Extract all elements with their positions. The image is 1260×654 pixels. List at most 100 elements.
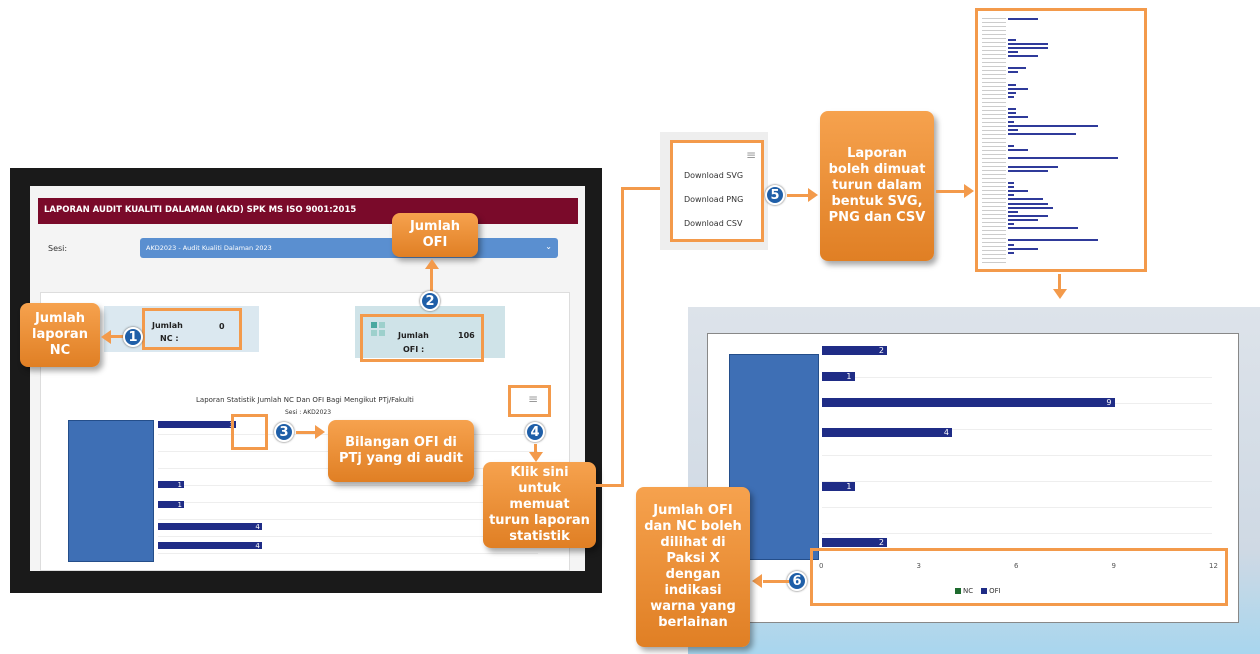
session-select-value: AKD2023 - Audit Kualiti Dalaman 2023 (146, 244, 272, 252)
thumbnail-bar (1008, 128, 1018, 131)
thumbnail-bars (982, 14, 1140, 266)
connector-5 (787, 194, 809, 197)
zoom-chart-bar: 2 (822, 538, 887, 547)
left-chart-bar: 1 (158, 501, 184, 509)
connector-7 (763, 580, 789, 583)
zoom-chart-bar: 2 (822, 346, 887, 355)
zoom-chart-bar: 4 (822, 428, 952, 437)
menu-icon[interactable]: ≡ (746, 148, 756, 162)
thumbnail-bar (1008, 149, 1028, 152)
chevron-down-icon: ⌄ (545, 242, 552, 251)
menu-item-csv[interactable]: Download CSV (684, 219, 742, 228)
thumbnail-bar (1008, 95, 1014, 98)
badge-3: 3 (274, 422, 294, 442)
bar-value-highlight (231, 414, 268, 450)
ofi-label-2: OFI : (403, 345, 425, 354)
thumbnail-bar (1008, 206, 1053, 209)
thumbnail-bar (1008, 202, 1048, 205)
thumbnail-bar (1008, 165, 1058, 168)
thumbnail-bar (1008, 83, 1016, 86)
session-select[interactable]: AKD2023 - Audit Kualiti Dalaman 2023 ⌄ (140, 238, 558, 258)
x-axis-highlight (810, 548, 1228, 606)
connector-4c (621, 187, 624, 487)
thumbnail-bar (1008, 87, 1028, 90)
thumbnail-bar (1008, 50, 1018, 53)
thumbnail-bar (1008, 198, 1043, 201)
thumbnail-bar (1008, 112, 1016, 115)
left-chart-bar: 1 (158, 481, 184, 489)
callout-download-formats: Laporan boleh dimuat turun dalam bentuk … (820, 111, 934, 261)
thumbnail-bar (1008, 120, 1014, 123)
connector-2 (430, 268, 433, 292)
connector-5b (936, 190, 966, 193)
thumbnail-bar (1008, 54, 1038, 57)
thumbnail-bar (1008, 18, 1038, 20)
thumbnail-bar (1008, 42, 1048, 45)
thumbnail-bar (1008, 251, 1014, 254)
arrow-down-icon (529, 452, 543, 462)
thumbnail-bar (1008, 247, 1038, 250)
thumbnail-bar (1008, 38, 1016, 41)
ofi-label-1: Jumlah (398, 331, 429, 340)
thumbnail-bar (1008, 190, 1028, 193)
thumbnail-bar (1008, 210, 1018, 213)
thumbnail-bar (1008, 239, 1098, 242)
thumbnail-bar (1008, 124, 1098, 127)
thumbnail-bar (1008, 194, 1014, 197)
menu-item-svg[interactable]: Download SVG (684, 171, 743, 180)
connector-4d (621, 187, 661, 190)
arrow-right-icon (808, 188, 818, 202)
badge-4: 4 (525, 422, 545, 442)
ofi-value: 106 (458, 331, 475, 340)
thumbnail-bar (1008, 91, 1016, 94)
callout-download-stats: Klik sini untuk memuat turun laporan sta… (483, 462, 596, 548)
thumbnail-bar (1008, 169, 1048, 172)
grid-icon (371, 322, 385, 336)
left-chart-bar: 4 (158, 542, 262, 550)
callout-nc-total: Jumlah laporan NC (20, 303, 100, 367)
chart-blue-block (68, 420, 154, 562)
page-header: LAPORAN AUDIT KUALITI DALAMAN (AKD) SPK … (38, 198, 578, 224)
thumbnail-bar (1008, 71, 1018, 74)
connector-6 (1058, 274, 1061, 290)
arrow-left-icon (752, 574, 762, 588)
zoom-chart-bar: 1 (822, 482, 855, 491)
thumbnail-bar (1008, 214, 1048, 217)
session-label: Sesi: (48, 244, 68, 253)
thumbnail-bar (1008, 116, 1028, 119)
nc-label-1: Jumlah (152, 321, 183, 330)
left-chart-bar: 4 (158, 523, 262, 531)
thumbnail-bar (1008, 132, 1076, 135)
badge-1: 1 (123, 327, 143, 347)
thumbnail-labels (982, 16, 1006, 264)
thumbnail-bar (1008, 182, 1014, 184)
badge-5: 5 (765, 185, 785, 205)
arrow-right-icon (964, 184, 974, 198)
nc-label-2: NC : (160, 334, 179, 343)
thumbnail-bar (1008, 227, 1078, 230)
connector-3 (296, 431, 316, 434)
badge-6: 6 (787, 571, 807, 591)
page-title: LAPORAN AUDIT KUALITI DALAMAN (AKD) SPK … (44, 205, 357, 215)
thumbnail-bar (1008, 186, 1014, 189)
thumbnail-bar (1008, 67, 1026, 70)
callout-x-axis: Jumlah OFI dan NC boleh dilihat di Paksi… (636, 487, 750, 647)
badge-2: 2 (420, 291, 440, 311)
connector-4b (596, 484, 624, 487)
thumbnail-bar (1008, 46, 1048, 49)
thumbnail-bar (1008, 157, 1118, 160)
callout-ofi-total: Jumlah OFI (392, 213, 478, 257)
menu-item-png[interactable]: Download PNG (684, 195, 743, 204)
arrow-down-icon (1053, 289, 1067, 299)
chart-subtitle: Sesi : AKD2023 (285, 409, 332, 416)
zoom-chart-bar: 9 (822, 398, 1115, 407)
thumbnail-bar (1008, 108, 1016, 111)
chart-title: Laporan Statistik Jumlah NC Dan OFI Bagi… (196, 396, 414, 404)
left-chart-bar: 3 (158, 421, 236, 429)
zoom-chart-bar: 1 (822, 372, 855, 381)
callout-ofi-ptj: Bilangan OFI di PTj yang di audit (328, 420, 474, 482)
chart-menu-highlight (508, 385, 551, 417)
thumbnail-bar (1008, 145, 1014, 148)
zoom-chart-bars: 2 1 9 4 1 2 (822, 346, 1212, 558)
arrow-right-icon (315, 425, 325, 439)
